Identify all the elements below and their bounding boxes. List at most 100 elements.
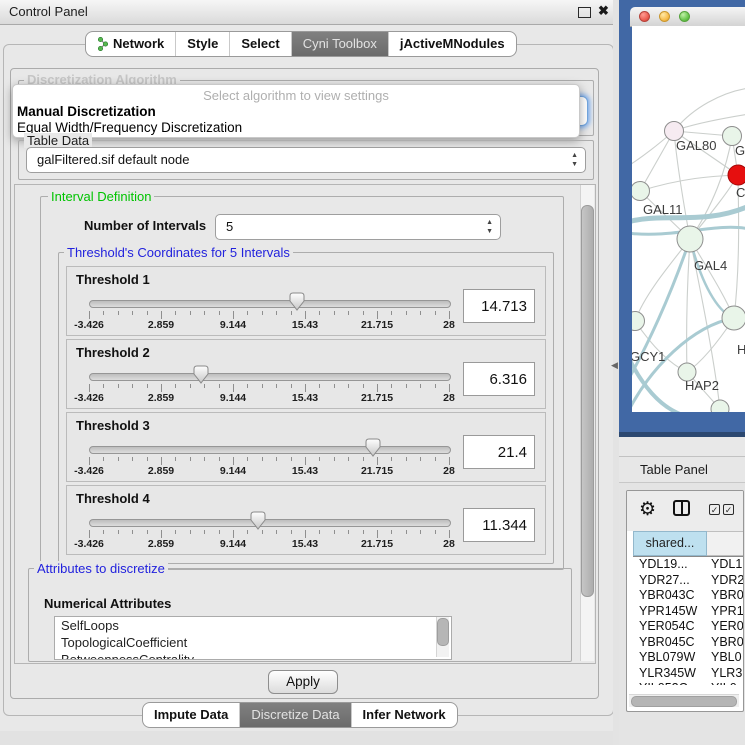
tab-select[interactable]: Select bbox=[230, 32, 291, 56]
table-row[interactable]: YDR27...YDR2 bbox=[633, 573, 744, 589]
threshold-slider-track[interactable] bbox=[89, 373, 451, 381]
slider-ticks bbox=[89, 311, 450, 319]
combo-stepper-icon: ▲▼ bbox=[571, 151, 578, 169]
slider-ticks bbox=[89, 457, 450, 465]
dropdown-option-manual[interactable]: Manual Discretization bbox=[17, 104, 156, 119]
float-window-icon[interactable] bbox=[578, 7, 591, 18]
settings-scrollbar-thumb[interactable] bbox=[581, 205, 594, 597]
threshold-label: Threshold 4 bbox=[76, 491, 150, 506]
top-tabbar: Network Style Select Cyni Toolbox jActiv… bbox=[85, 31, 517, 57]
threshold-label: Threshold 1 bbox=[76, 272, 150, 287]
num-intervals-combobox[interactable]: 5 ▲▼ bbox=[215, 214, 501, 240]
attributes-group-title: Attributes to discretize bbox=[34, 561, 168, 576]
dropdown-hint: Select algorithm to view settings bbox=[13, 88, 579, 103]
algorithm-dropdown-popup: Select algorithm to view settings Manual… bbox=[12, 84, 580, 138]
column-header-shared[interactable]: shared... bbox=[633, 531, 707, 556]
attribute-item[interactable]: BetweennessCentrality bbox=[55, 651, 451, 660]
apply-button[interactable]: Apply bbox=[268, 670, 338, 694]
threshold-slider-thumb[interactable] bbox=[289, 292, 305, 311]
node-label-hap2: HAP2 bbox=[685, 378, 719, 393]
num-intervals-label: Number of Intervals bbox=[84, 218, 206, 233]
threshold-slider-track[interactable] bbox=[89, 446, 451, 454]
checkbox-icon[interactable]: ✓ bbox=[709, 504, 720, 515]
tab-impute-data[interactable]: Impute Data bbox=[143, 703, 240, 727]
threshold-slider-thumb[interactable] bbox=[250, 511, 266, 530]
numerical-attributes-list[interactable]: SelfLoopsTopologicalCoefficientBetweenne… bbox=[54, 616, 452, 660]
network-window-titlebar[interactable] bbox=[630, 7, 745, 27]
node-gal4[interactable] bbox=[677, 226, 703, 252]
node-label-gal80: GAL80 bbox=[676, 138, 716, 153]
zoom-traffic-light-icon[interactable] bbox=[679, 11, 690, 22]
node-label-gal11: GAL11 bbox=[643, 202, 683, 217]
threshold-slider-thumb[interactable] bbox=[365, 438, 381, 457]
table-row[interactable]: YPR145WYPR1 bbox=[633, 604, 744, 620]
table-row[interactable]: YIL052CYIL0 bbox=[633, 681, 744, 685]
table-hscrollbar-thumb[interactable] bbox=[631, 696, 737, 707]
panel-bottom-edge bbox=[0, 731, 619, 745]
threshold-label: Threshold 2 bbox=[76, 345, 150, 360]
tab-jactivemnodules[interactable]: jActiveMNodules bbox=[389, 32, 516, 56]
network-canvas[interactable]: GAL80 GA C GAL11 GAL4 GCY1 H HAP2 bbox=[632, 26, 745, 412]
table-row[interactable]: YER054CYER0 bbox=[633, 619, 744, 635]
threshold-slider-track[interactable] bbox=[89, 519, 451, 527]
threshold-value-field[interactable]: 21.4 bbox=[463, 435, 535, 469]
threshold-box: Threshold 3 -3.4262.8599.14415.4321.7152… bbox=[66, 412, 546, 482]
interval-definition-title: Interval Definition bbox=[48, 189, 154, 204]
table-data-value: galFiltered.sif default node bbox=[37, 148, 189, 172]
attribute-item[interactable]: TopologicalCoefficient bbox=[55, 634, 451, 651]
table-panel-title: Table Panel bbox=[640, 462, 708, 477]
table-row[interactable]: YLR345WYLR3 bbox=[633, 666, 744, 682]
checkbox-icon[interactable]: ✓ bbox=[723, 504, 734, 515]
node-table-rows: YDL19...YDL1YDR27...YDR2YBR043CYBR0YPR14… bbox=[633, 556, 744, 685]
node-gal11[interactable] bbox=[632, 182, 650, 201]
table-row[interactable]: YBL079WYBL0 bbox=[633, 650, 744, 666]
node-red-selected[interactable] bbox=[728, 165, 745, 185]
tab-style[interactable]: Style bbox=[176, 32, 230, 56]
table-data-title: Table Data bbox=[24, 133, 92, 148]
node-label-c: C bbox=[736, 185, 745, 200]
column-header-name[interactable]: n bbox=[707, 531, 744, 556]
node-gcy1[interactable] bbox=[632, 312, 645, 331]
threshold-slider-thumb[interactable] bbox=[193, 365, 209, 384]
table-row[interactable]: YBR043CYBR0 bbox=[633, 588, 744, 604]
table-hscrollbar[interactable] bbox=[629, 694, 739, 707]
panel-title: Control Panel bbox=[9, 4, 88, 19]
slider-tick-labels: -3.4262.8599.14415.4321.71528 bbox=[89, 538, 450, 550]
threshold-value-field[interactable]: 11.344 bbox=[463, 508, 535, 542]
node-label-gcy1: GCY1 bbox=[632, 349, 665, 364]
table-panel-toolbar: ⚙ ✓ ✓ bbox=[627, 491, 743, 531]
numerical-attributes-label: Numerical Attributes bbox=[44, 596, 171, 611]
close-icon[interactable]: ✖ bbox=[598, 3, 609, 19]
bottom-tabbar: Impute Data Discretize Data Infer Networ… bbox=[142, 702, 458, 728]
close-traffic-light-icon[interactable] bbox=[639, 11, 650, 22]
table-data-combobox[interactable]: galFiltered.sif default node ▲▼ bbox=[26, 147, 586, 173]
threshold-value-field[interactable]: 14.713 bbox=[463, 289, 535, 323]
table-panel-header: Table Panel bbox=[619, 456, 745, 483]
attribute-item[interactable]: SelfLoops bbox=[55, 617, 451, 634]
tab-discretize-data[interactable]: Discretize Data bbox=[240, 703, 351, 727]
thresholds-group-title: Threshold's Coordinates for 5 Intervals bbox=[64, 245, 293, 260]
table-row[interactable]: YDL19...YDL1 bbox=[633, 557, 744, 573]
network-tab-icon bbox=[97, 37, 109, 51]
threshold-slider-track[interactable] bbox=[89, 300, 451, 308]
minimize-traffic-light-icon[interactable] bbox=[659, 11, 670, 22]
slider-tick-labels: -3.4262.8599.14415.4321.71528 bbox=[89, 319, 450, 331]
gear-icon[interactable]: ⚙ bbox=[639, 498, 656, 521]
threshold-box: Threshold 2 -3.4262.8599.14415.4321.7152… bbox=[66, 339, 546, 409]
slider-ticks bbox=[89, 384, 450, 392]
node-right[interactable] bbox=[722, 306, 745, 330]
threshold-value-field[interactable]: 6.316 bbox=[463, 362, 535, 396]
threshold-box: Threshold 1 -3.4262.8599.14415.4321.7152… bbox=[66, 266, 546, 336]
node-label-ga: GA bbox=[735, 143, 745, 158]
threshold-box: Threshold 4 -3.4262.8599.14415.4321.7152… bbox=[66, 485, 546, 555]
tab-network[interactable]: Network bbox=[86, 32, 176, 56]
node-table-header: shared... n bbox=[633, 531, 744, 556]
split-columns-icon[interactable] bbox=[673, 500, 690, 516]
split-pane-arrow-icon[interactable]: ◀ bbox=[611, 360, 618, 371]
attributes-scrollbar-thumb[interactable] bbox=[437, 618, 449, 646]
table-panel-body: ⚙ ✓ ✓ shared... n YDL19...YDL1YDR27...YD… bbox=[619, 483, 745, 745]
tab-cyni-toolbox[interactable]: Cyni Toolbox bbox=[292, 32, 389, 56]
tab-infer-network[interactable]: Infer Network bbox=[352, 703, 457, 727]
slider-tick-labels: -3.4262.8599.14415.4321.71528 bbox=[89, 392, 450, 404]
table-row[interactable]: YBR045CYBR0 bbox=[633, 635, 744, 651]
